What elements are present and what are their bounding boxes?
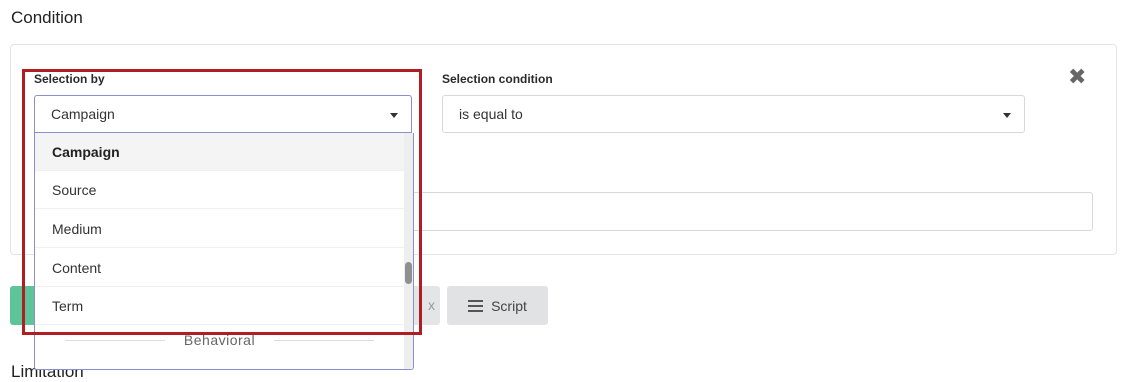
dropdown-option-campaign[interactable]: Campaign bbox=[35, 133, 404, 171]
selection-by-value: Campaign bbox=[51, 106, 115, 122]
script-button[interactable]: Script bbox=[447, 286, 548, 325]
close-icon[interactable]: ✖ bbox=[1068, 66, 1086, 88]
scrollbar-thumb[interactable] bbox=[405, 262, 412, 284]
selection-by-label: Selection by bbox=[34, 72, 105, 86]
dropdown-option-source[interactable]: Source bbox=[35, 171, 404, 209]
dropdown-option-term[interactable]: Term bbox=[35, 287, 404, 325]
selection-condition-select[interactable]: is equal to bbox=[442, 95, 1025, 133]
selection-condition-label: Selection condition bbox=[442, 72, 553, 86]
selection-by-dropdown: Campaign Source Medium Content Term Beha… bbox=[34, 133, 414, 370]
selection-condition-value: is equal to bbox=[459, 106, 523, 122]
chevron-down-icon bbox=[1003, 113, 1011, 118]
condition-title: Condition bbox=[11, 8, 83, 27]
dropdown-option-content[interactable]: Content bbox=[35, 249, 404, 287]
dropdown-option-medium[interactable]: Medium bbox=[35, 210, 404, 248]
selection-by-select[interactable]: Campaign bbox=[34, 95, 412, 133]
group-header-label: Behavioral bbox=[183, 332, 256, 348]
condition-value-input[interactable] bbox=[405, 192, 1093, 231]
dropdown-scrollbar[interactable] bbox=[404, 133, 413, 369]
list-icon bbox=[468, 299, 484, 312]
dropdown-group-header: Behavioral bbox=[35, 326, 404, 354]
chevron-down-icon bbox=[390, 113, 398, 118]
script-button-label: Script bbox=[491, 297, 527, 314]
partial-button-label: x bbox=[428, 297, 435, 313]
